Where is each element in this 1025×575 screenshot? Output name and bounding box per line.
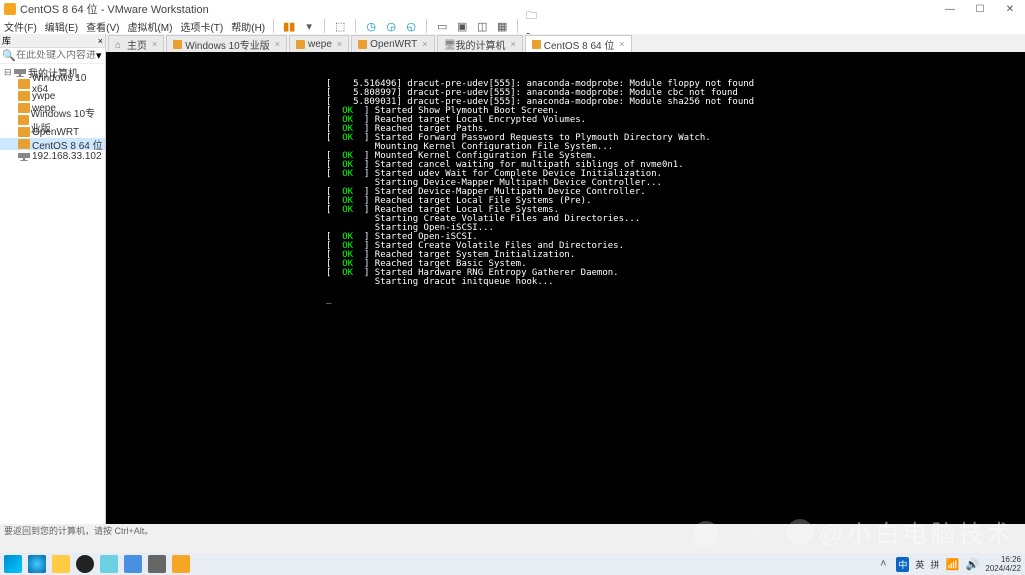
tab-label: Windows 10专业版 [185, 37, 269, 52]
tab-icon: 🖥 [444, 40, 453, 49]
unity-icon[interactable]: ◫ [475, 19, 489, 33]
menu-tabs[interactable]: 选项卡(T) [180, 19, 223, 34]
tree-item[interactable]: 192.168.33.102 [0, 150, 105, 162]
explorer-icon[interactable] [52, 555, 70, 573]
media-icon[interactable] [76, 555, 94, 573]
library-pane: 库 × 🔍 ▾ ⊟ 我的计算机 Windows 10 x64ywpewepeWi… [0, 34, 106, 524]
app-icon-1[interactable] [100, 555, 118, 573]
pause-icon[interactable]: ▮▮ [282, 19, 296, 33]
console-view-icon[interactable]: ▦ [495, 19, 509, 33]
app-icon [4, 3, 16, 15]
snapshot-icon[interactable]: ◷ [364, 19, 378, 33]
vm-icon [18, 79, 30, 89]
computer-icon [14, 67, 26, 77]
tab-icon [532, 40, 541, 49]
tab[interactable]: OpenWRT × [351, 35, 434, 52]
ime-indicator-2[interactable]: 英 [915, 558, 924, 571]
search-input[interactable] [16, 50, 96, 61]
start-button[interactable] [4, 555, 22, 573]
tab-close-icon[interactable]: × [337, 39, 342, 49]
volume-icon[interactable]: 🔊 [965, 557, 979, 571]
tab[interactable]: wepe × [289, 35, 349, 52]
vmware-taskbar-icon[interactable] [172, 555, 190, 573]
tree-item-label: CentOS 8 64 位 [32, 137, 103, 152]
manage-icon[interactable]: ◵ [404, 19, 418, 33]
tab-close-icon[interactable]: × [152, 39, 157, 49]
menu-vm[interactable]: 虚拟机(M) [127, 19, 172, 34]
tab-label: CentOS 8 64 位 [544, 37, 615, 52]
tree-item[interactable]: Windows 10 x64 [0, 78, 105, 90]
status-bar: 要返回到您的计算机，请按 Ctrl+Alt。 [0, 524, 1025, 537]
tab-close-icon[interactable]: × [422, 39, 427, 49]
maximize-button[interactable]: ☐ [965, 0, 995, 18]
tab-label: wepe [308, 39, 332, 50]
tree-item[interactable]: CentOS 8 64 位 [0, 138, 105, 150]
tab-label: OpenWRT [370, 39, 417, 50]
tab-icon: ⌂ [115, 40, 124, 49]
tree-item-label: 192.168.33.102 [32, 151, 102, 162]
fit-guest-icon[interactable]: ▭ [435, 19, 449, 33]
tab-icon [173, 40, 182, 49]
tree-item-label: ywpe [32, 91, 55, 102]
host-icon [18, 151, 30, 161]
library-search[interactable]: 🔍 ▾ [0, 48, 105, 64]
tab-close-icon[interactable]: × [275, 39, 280, 49]
tab[interactable]: CentOS 8 64 位 × [525, 35, 632, 52]
app-icon-2[interactable] [124, 555, 142, 573]
ime-indicator-3[interactable]: 拼 [930, 558, 939, 571]
wifi-icon[interactable]: 📶 [945, 557, 959, 571]
status-text: 要返回到您的计算机，请按 Ctrl+Alt。 [4, 524, 153, 537]
revert-icon[interactable]: ◶ [384, 19, 398, 33]
menu-view[interactable]: 查看(V) [86, 19, 119, 34]
tab[interactable]: 🖥我的计算机 × [437, 35, 523, 52]
menu-bar: 文件(F) 编辑(E) 查看(V) 虚拟机(M) 选项卡(T) 帮助(H) ▮▮… [0, 18, 1025, 34]
dropdown-icon[interactable]: ▾ [302, 19, 316, 33]
vm-icon [18, 139, 30, 149]
send-keys-icon[interactable]: ⬚ [333, 19, 347, 33]
fullscreen-icon[interactable]: ▣ [455, 19, 469, 33]
menu-edit[interactable]: 编辑(E) [45, 19, 78, 34]
tab-icon [358, 40, 367, 49]
tab[interactable]: ⌂主页 × [108, 35, 164, 52]
minimize-button[interactable]: — [935, 0, 965, 18]
library-icon[interactable]: 🗀 ▾ [526, 19, 540, 33]
menu-help[interactable]: 帮助(H) [231, 19, 265, 34]
close-window-button[interactable]: ✕ [995, 0, 1025, 18]
main-pane: ⌂主页×Windows 10专业版×wepe×OpenWRT×🖥我的计算机×Ce… [106, 34, 1025, 524]
vm-icon [18, 127, 30, 137]
tab-label: 我的计算机 [456, 37, 506, 52]
vm-icon [18, 103, 30, 113]
library-close-icon[interactable]: × [98, 36, 103, 46]
system-tray: ˄ 中 英 拼 📶 🔊 16:26 2024/4/22 [876, 555, 1021, 573]
tab-icon [296, 40, 305, 49]
window-title: CentOS 8 64 位 - VMware Workstation [20, 1, 209, 17]
tab-label: 主页 [127, 37, 147, 52]
tab-close-icon[interactable]: × [511, 39, 516, 49]
tray-chevron-icon[interactable]: ˄ [876, 557, 890, 571]
search-icon: 🔍 [2, 49, 16, 63]
vm-tabs: ⌂主页×Windows 10专业版×wepe×OpenWRT×🖥我的计算机×Ce… [106, 34, 1025, 52]
vm-icon [18, 91, 30, 101]
vm-tree: ⊟ 我的计算机 Windows 10 x64ywpewepeWindows 10… [0, 64, 105, 164]
tab-close-icon[interactable]: × [619, 39, 624, 49]
tab[interactable]: Windows 10专业版 × [166, 35, 287, 52]
menu-file[interactable]: 文件(F) [4, 19, 37, 34]
expand-icon[interactable]: ⊟ [4, 67, 14, 78]
edge-icon[interactable] [28, 555, 46, 573]
search-dropdown-icon[interactable]: ▾ [96, 49, 102, 62]
tree-item[interactable]: Windows 10专业版 [0, 114, 105, 126]
vm-icon [18, 115, 29, 125]
host-taskbar: ˄ 中 英 拼 📶 🔊 16:26 2024/4/22 [0, 553, 1025, 575]
ime-indicator-1[interactable]: 中 [896, 557, 909, 572]
clock[interactable]: 16:26 2024/4/22 [985, 555, 1021, 573]
terminal-icon[interactable] [148, 555, 166, 573]
window-titlebar: CentOS 8 64 位 - VMware Workstation — ☐ ✕ [0, 0, 1025, 18]
vm-console[interactable]: [ 5.516496] dracut-pre-udev[555]: anacon… [106, 52, 1025, 524]
library-header: 库 [2, 34, 11, 47]
